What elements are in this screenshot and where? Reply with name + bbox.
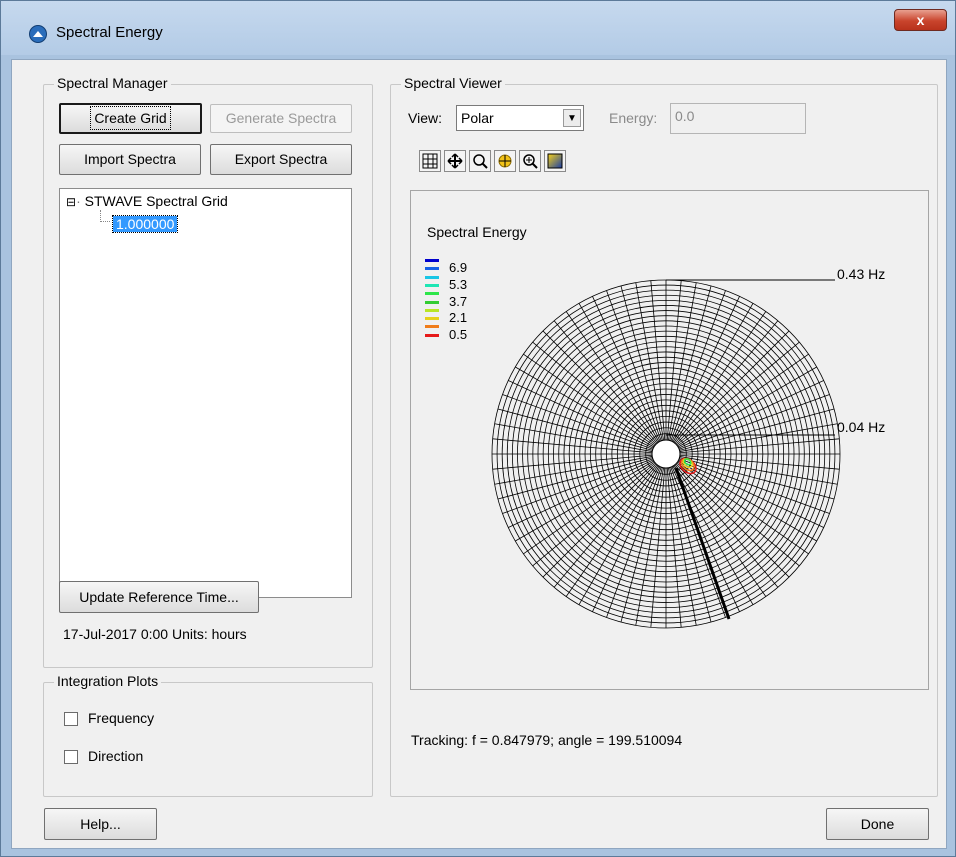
polar-spoke: [679, 454, 840, 470]
polar-spoke: [666, 280, 682, 441]
polar-spoke: [542, 330, 657, 445]
view-select-value: Polar: [461, 110, 494, 126]
tree-child-item[interactable]: 1.000000: [111, 215, 179, 233]
title-bar: Spectral Energy x: [1, 1, 955, 55]
spectral-energy-window: Spectral Energy x Spectral Manager Creat…: [0, 0, 956, 857]
app-icon: [29, 25, 47, 43]
ring-label-outer: 0.43 Hz: [837, 266, 886, 282]
polar-spoke: [675, 330, 790, 445]
view-select[interactable]: Polar ▼: [456, 105, 584, 131]
grid-select-icon[interactable]: [419, 150, 441, 172]
integration-plots-label: Integration Plots: [54, 673, 162, 689]
spectral-manager-label: Spectral Manager: [54, 75, 171, 91]
energy-field[interactable]: 0.0: [670, 103, 806, 134]
polar-center: [651, 439, 681, 469]
polar-spoke: [542, 463, 657, 578]
pan-icon[interactable]: [444, 150, 466, 172]
polar-spoke: [666, 467, 682, 628]
frequency-label: Frequency: [88, 710, 155, 726]
view-label: View:: [408, 110, 442, 126]
polar-plot[interactable]: Spectral Energy 6.9 5.3 3.7 2.1 0.5 0.43 Hz …: [410, 190, 929, 690]
spectral-viewer-label: Spectral Viewer: [401, 75, 505, 91]
polar-spoke: [492, 454, 653, 470]
reference-time-info: 17-Jul-2017 0:00 Units: hours: [63, 626, 247, 642]
done-button[interactable]: Done: [826, 808, 929, 840]
tree-collapse-icon[interactable]: ⊟: [66, 195, 76, 209]
frequency-checkbox[interactable]: [64, 712, 78, 726]
ring-label-inner: 0.04 Hz: [837, 419, 886, 435]
export-spectra-button[interactable]: Export Spectra: [210, 144, 352, 175]
polar-spoke: [679, 438, 840, 454]
zoom-extent-icon[interactable]: [519, 150, 541, 172]
close-button[interactable]: x: [894, 9, 947, 31]
zoom-icon[interactable]: [469, 150, 491, 172]
frame-icon[interactable]: [494, 150, 516, 172]
import-spectra-button[interactable]: Import Spectra: [59, 144, 201, 175]
create-grid-button[interactable]: Create Grid: [59, 103, 202, 134]
direction-checkbox[interactable]: [64, 750, 78, 764]
polar-spoke: [492, 438, 653, 454]
help-button[interactable]: Help...: [44, 808, 157, 840]
generate-spectra-button[interactable]: Generate Spectra: [210, 104, 352, 133]
dialog-client-area: Spectral Manager Create Grid Generate Sp…: [11, 59, 947, 849]
tracking-readout: Tracking: f = 0.847979; angle = 199.5100…: [411, 732, 683, 748]
tree-connector: [100, 210, 110, 222]
create-grid-label: Create Grid: [90, 106, 171, 130]
energy-contour: [679, 457, 697, 475]
color-ramp-icon[interactable]: [544, 150, 566, 172]
energy-label: Energy:: [609, 110, 658, 126]
window-title: Spectral Energy: [56, 24, 163, 41]
direction-label: Direction: [88, 748, 144, 764]
integration-plots-group: Integration Plots: [43, 673, 373, 797]
update-reference-time-button[interactable]: Update Reference Time...: [59, 581, 259, 613]
polar-spoke: [650, 467, 666, 628]
tree-root-label: STWAVE Spectral Grid: [84, 193, 228, 209]
polar-spoke: [650, 280, 666, 441]
tree-root-item[interactable]: ⊟· STWAVE Spectral Grid: [66, 193, 228, 209]
chevron-down-icon[interactable]: ▼: [563, 109, 581, 127]
spectral-tree-view[interactable]: ⊟· STWAVE Spectral Grid 1.000000: [59, 188, 352, 598]
